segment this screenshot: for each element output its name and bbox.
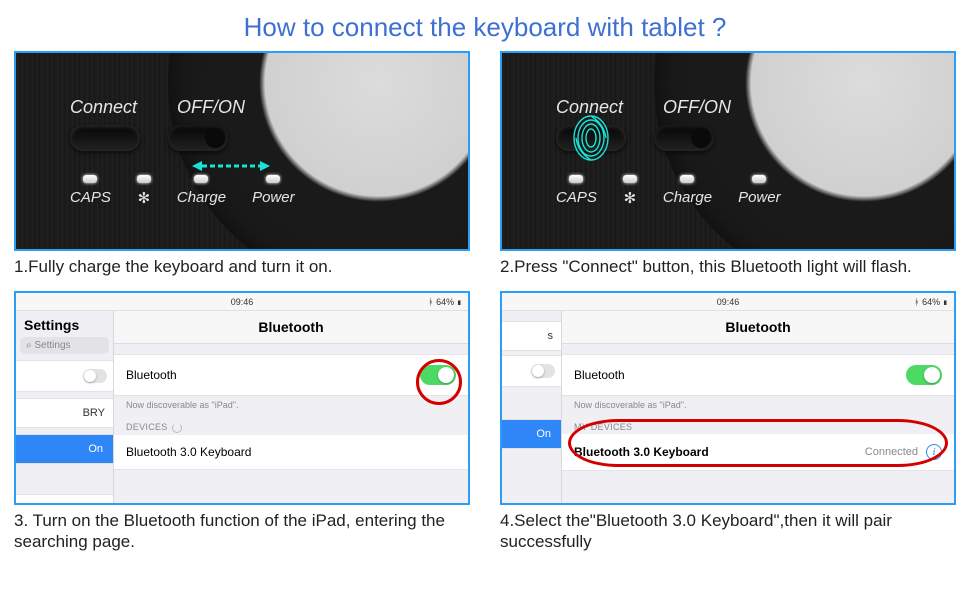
charge-led-label: Charge [663,189,712,206]
main-header: Bluetooth [114,311,468,344]
caps-led-label: CAPS [70,189,111,206]
fingerprint-icon [572,114,610,162]
connect-label: Connect [70,97,137,118]
sidebar-title: Settings [16,311,113,337]
power-switch [654,125,714,151]
mode-toggle[interactable] [531,364,555,378]
mode-toggle[interactable] [83,369,107,383]
sidebar-item-ns[interactable]: ns [16,494,113,505]
discoverable-note: Now discoverable as "iPad". [114,396,468,414]
status-bar: 09:46 ᚼ 64% ▮ [502,293,954,311]
bluetooth-status-icon: ᚼ [914,297,919,307]
slide-arrow-icon [192,159,270,173]
bluetooth-toggle-row[interactable]: Bluetooth [562,354,954,396]
status-bar: 09:46 ᚼ 64% ▮ [16,293,468,311]
step-1-photo: Connect OFF/ON CAPS ✻ Char [14,51,470,251]
sidebar-item-bluetooth[interactable]: On [502,419,561,449]
devices-section-label: MY DEVICES [562,414,954,434]
sidebar-item-toggle[interactable] [502,355,561,387]
devices-section-label: DEVICES [114,414,468,435]
sidebar-item-s[interactable]: s [502,321,561,351]
bluetooth-toggle[interactable] [906,365,942,385]
page-title: How to connect the keyboard with tablet … [0,0,970,51]
bluetooth-status-icon: ᚼ [428,297,433,307]
step-4-caption: 4.Select the"Bluetooth 3.0 Keyboard",the… [500,505,956,562]
status-time: 09:46 [717,297,740,307]
step-2: Connect OFF/ON [500,51,956,287]
status-time: 09:46 [231,297,254,307]
power-led-label: Power [738,189,781,206]
step-1-caption: 1.Fully charge the keyboard and turn it … [14,251,470,287]
step-4-screenshot: 09:46 ᚼ 64% ▮ s On Bluetooth Bluetooth [500,291,956,505]
bluetooth-toggle[interactable] [420,365,456,385]
sidebar-item-bluetooth[interactable]: On [16,434,113,464]
bluetooth-toggle-row[interactable]: Bluetooth [114,354,468,396]
connect-button-pressed [556,125,626,151]
device-status: Connected [865,446,918,458]
discoverable-note: Now discoverable as "iPad". [562,396,954,414]
sidebar-item-bry[interactable]: BRY [16,398,113,428]
instruction-grid: Connect OFF/ON CAPS ✻ Char [0,51,970,562]
step-3: 09:46 ᚼ 64% ▮ Settings ⌕ Settings ode BR… [14,291,470,562]
step-2-caption: 2.Press "Connect" button, this Bluetooth… [500,251,956,287]
step-4: 09:46 ᚼ 64% ▮ s On Bluetooth Bluetooth [500,291,956,562]
battery-percent: 64% [922,297,940,307]
search-input[interactable]: ⌕ Settings [20,337,109,354]
charge-led-label: Charge [177,189,226,206]
device-row-keyboard[interactable]: Bluetooth 3.0 Keyboard [114,435,468,470]
step-3-screenshot: 09:46 ᚼ 64% ▮ Settings ⌕ Settings ode BR… [14,291,470,505]
step-1: Connect OFF/ON CAPS ✻ Char [14,51,470,287]
caps-led-label: CAPS [556,189,597,206]
spinner-icon [172,423,182,433]
bluetooth-led-icon: ✻ [137,189,151,207]
connect-button [70,125,140,151]
device-row-keyboard[interactable]: Bluetooth 3.0 Keyboard Connected i [562,434,954,471]
battery-percent: 64% [436,297,454,307]
step-2-photo: Connect OFF/ON [500,51,956,251]
settings-sidebar: s On [502,311,562,503]
power-led-label: Power [252,189,295,206]
step-3-caption: 3. Turn on the Bluetooth function of the… [14,505,470,562]
settings-main: Bluetooth Bluetooth Now discoverable as … [114,311,468,503]
bluetooth-led-icon: ✻ [623,189,637,207]
settings-sidebar: Settings ⌕ Settings ode BRY On ns [16,311,114,503]
info-icon[interactable]: i [926,444,942,460]
power-switch [168,125,228,151]
main-header: Bluetooth [562,311,954,344]
offon-label: OFF/ON [177,97,245,118]
settings-main: Bluetooth Bluetooth Now discoverable as … [562,311,954,503]
offon-label: OFF/ON [663,97,731,118]
sidebar-item-mode[interactable]: ode [16,360,113,392]
